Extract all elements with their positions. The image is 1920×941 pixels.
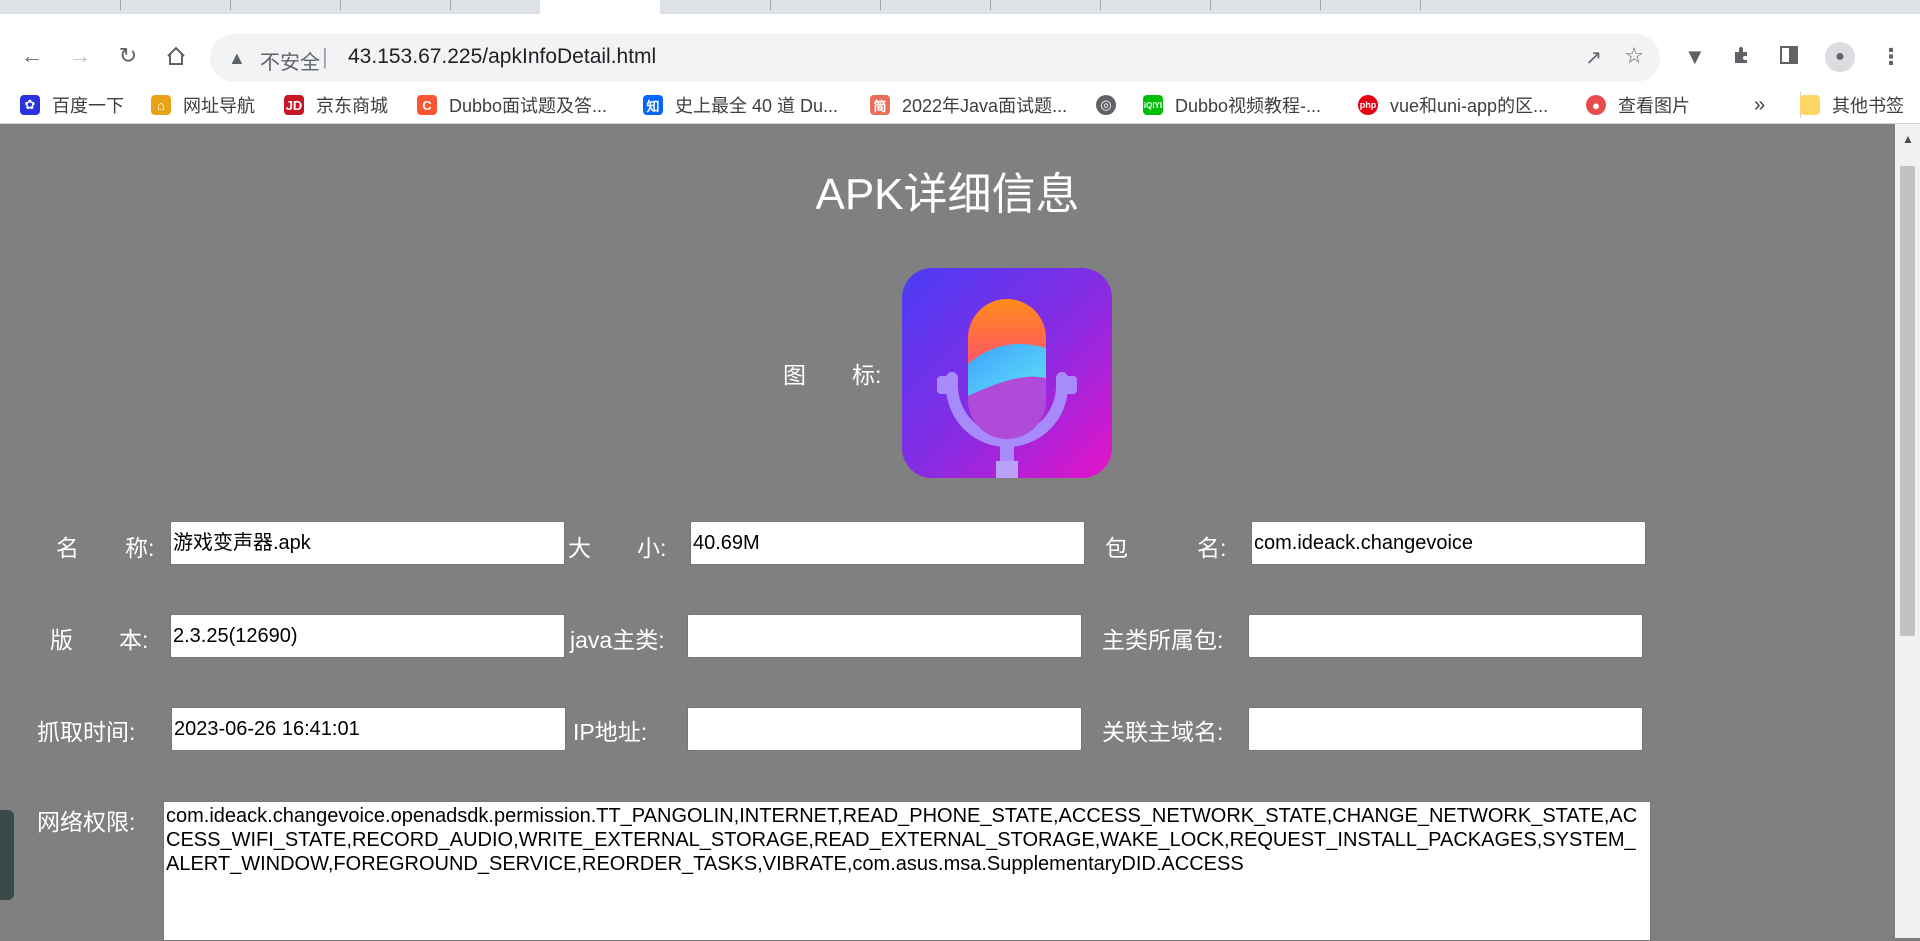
bookmark-label: 百度一下 <box>52 96 124 116</box>
bookmarks-bar: ✿ 百度一下 ⌂ 网址导航 JD 京东商城 C Dubbo面试题及答... 知 … <box>0 86 1920 124</box>
version-label: 版 本: <box>50 627 149 653</box>
package-field[interactable]: com.ideack.changevoice <box>1251 521 1646 565</box>
tab-separator <box>1100 0 1101 10</box>
side-panel-icon[interactable] <box>1778 44 1800 72</box>
name-field[interactable]: 游戏变声器.apk <box>170 521 565 565</box>
side-widget-handle[interactable] <box>0 810 14 900</box>
bookmark-dubbo-40[interactable]: 知 史上最全 40 道 Du... <box>643 92 838 118</box>
omnibox-divider: | <box>322 44 328 69</box>
ip-field[interactable] <box>687 707 1082 751</box>
bookmark-dubbo-video[interactable]: iQIYI Dubbo视频教程-... <box>1143 92 1321 118</box>
domain-label: 关联主域名: <box>1102 719 1224 745</box>
domain-field[interactable] <box>1248 707 1643 751</box>
insecure-label[interactable]: 不安全 <box>260 46 320 75</box>
zhihu-icon: 知 <box>643 95 663 115</box>
tab-separator <box>1320 0 1321 10</box>
bookmark-star-icon[interactable]: ☆ <box>1624 43 1644 69</box>
php-icon: php <box>1358 95 1378 115</box>
menu-icon[interactable]: ⋮ <box>1880 44 1902 70</box>
bookmark-label: Dubbo面试题及答... <box>449 96 608 116</box>
permissions-label: 网络权限: <box>37 809 136 835</box>
tab-separator <box>450 0 451 10</box>
home-icon[interactable] <box>162 42 190 70</box>
tab-separator <box>340 0 341 10</box>
bookmark-vue-uniapp[interactable]: php vue和uni-app的区... <box>1358 92 1548 118</box>
active-tab[interactable] <box>540 0 660 14</box>
main-class-package-field[interactable] <box>1248 614 1643 658</box>
page-title: APK详细信息 <box>815 170 1080 219</box>
vue-devtools-icon[interactable]: ▼ <box>1684 44 1706 70</box>
bookmark-view-image[interactable]: ● 查看图片 <box>1586 92 1690 118</box>
csdn-icon: C <box>417 95 437 115</box>
tab-separator <box>770 0 771 10</box>
reload-icon[interactable]: ↻ <box>114 42 142 70</box>
name-label: 名 称: <box>56 535 155 561</box>
bookmark-baidu[interactable]: ✿ 百度一下 <box>20 92 124 118</box>
globe-icon: ◎ <box>1096 95 1116 115</box>
image-icon: ● <box>1586 95 1606 115</box>
bookmark-label: 网址导航 <box>183 96 255 116</box>
warning-icon[interactable]: ▲ <box>228 48 246 69</box>
package-label: 包 名: <box>1105 535 1227 561</box>
bookmark-label: vue和uni-app的区... <box>1390 96 1549 116</box>
bookmark-jd[interactable]: JD 京东商城 <box>284 92 388 118</box>
main-class-label: java主类: <box>570 627 665 653</box>
ip-label: IP地址: <box>573 719 648 745</box>
tab-strip <box>0 0 1920 14</box>
version-field[interactable]: 2.3.25(12690) <box>170 614 565 658</box>
iqiyi-icon: iQIYI <box>1143 95 1163 115</box>
fetch-time-label: 抓取时间: <box>37 719 136 745</box>
share-icon[interactable]: ↗ <box>1585 45 1602 70</box>
main-class-field[interactable] <box>687 614 1082 658</box>
jd-icon: JD <box>284 95 304 115</box>
more-bookmarks-button[interactable]: » <box>1754 92 1765 118</box>
bookmark-label: 2022年Java面试题... <box>902 96 1068 116</box>
tab-separator <box>1420 0 1421 10</box>
bookmark-2345[interactable]: ⌂ 网址导航 <box>151 92 255 118</box>
tab-separator <box>880 0 881 10</box>
tab-separator <box>990 0 991 10</box>
baidu-icon: ✿ <box>20 95 40 115</box>
bookmark-label: 查看图片 <box>1618 96 1690 116</box>
bookmark-dubbo-interview[interactable]: C Dubbo面试题及答... <box>417 92 607 118</box>
forward-icon[interactable]: → <box>66 42 94 70</box>
2345-icon: ⌂ <box>151 95 171 115</box>
main-class-package-label: 主类所属包: <box>1102 627 1224 653</box>
profile-avatar-icon[interactable]: ● <box>1825 42 1855 72</box>
tab-separator <box>120 0 121 10</box>
tab-separator <box>1210 0 1211 10</box>
other-bookmarks-button[interactable]: 其他书签 <box>1800 92 1904 118</box>
app-microphone-icon <box>902 268 1112 478</box>
jianshu-icon: 简 <box>870 95 890 115</box>
other-bookmarks-label: 其他书签 <box>1832 96 1904 116</box>
icon-label: 图 标: <box>783 362 882 388</box>
folder-icon <box>1800 95 1820 115</box>
fetch-time-field[interactable]: 2023-06-26 16:41:01 <box>171 707 566 751</box>
tab-separator <box>230 0 231 10</box>
page-scrollbar[interactable]: ▲ <box>1895 124 1920 938</box>
extensions-icon[interactable] <box>1731 44 1753 72</box>
scrollbar-thumb[interactable] <box>1900 166 1915 636</box>
size-field[interactable]: 40.69M <box>690 521 1085 565</box>
permissions-textarea[interactable]: com.ideack.changevoice.openadsdk.permiss… <box>163 801 1651 941</box>
bookmark-label: 史上最全 40 道 Du... <box>675 96 839 116</box>
bookmark-globe[interactable]: ◎ <box>1096 92 1128 118</box>
bookmark-label: 京东商城 <box>316 96 388 116</box>
address-bar[interactable]: ▲ 不安全 | 43.153.67.225/apkInfoDetail.html… <box>210 34 1660 82</box>
browser-toolbar: ← → ↻ ▲ 不安全 | 43.153.67.225/apkInfoDetai… <box>0 14 1920 86</box>
bookmark-label: Dubbo视频教程-... <box>1175 96 1322 116</box>
back-icon[interactable]: ← <box>18 42 46 70</box>
scroll-up-icon[interactable]: ▲ <box>1902 132 1914 146</box>
url-text[interactable]: 43.153.67.225/apkInfoDetail.html <box>348 45 656 69</box>
size-label: 大 小: <box>568 535 667 561</box>
bookmark-java-interview[interactable]: 简 2022年Java面试题... <box>870 92 1067 118</box>
